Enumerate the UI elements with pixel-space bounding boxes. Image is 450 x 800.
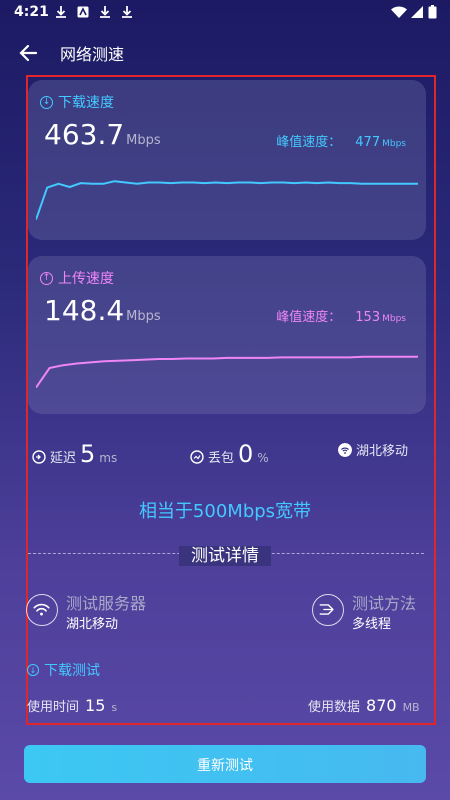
packet-loss-unit: % <box>257 451 269 465</box>
download-notification-icon <box>122 6 132 18</box>
upload-value-unit: Mbps <box>126 309 161 324</box>
upload-peak-unit: Mbps <box>382 314 406 324</box>
method-label: 测试方法 <box>352 594 417 613</box>
packet-loss-value: 0 <box>238 440 254 468</box>
packet-loss-icon <box>190 450 204 464</box>
page-title: 网络测速 <box>60 45 125 64</box>
server-wifi-icon <box>26 594 58 626</box>
upload-speed-header: ↑ 上传速度 <box>40 268 114 288</box>
download-peak-unit: Mbps <box>382 139 406 149</box>
status-time: 4:21 <box>14 4 49 20</box>
upload-speed-line <box>36 355 418 389</box>
upload-peak-label: 峰值速度： <box>276 310 342 325</box>
upload-speed-label: 上传速度 <box>58 271 114 287</box>
data-used: 使用数据 870 MB <box>308 696 420 715</box>
data-used-value: 870 <box>366 696 397 715</box>
upload-speed-chart <box>36 355 418 389</box>
time-used-value: 15 <box>85 696 106 715</box>
download-arrow-icon: ↓ <box>40 95 53 109</box>
status-bar: 4:21 <box>0 0 450 26</box>
bandwidth-equivalent: 相当于500Mbps宽带 <box>138 501 312 522</box>
carrier-stat: 湖北移动 <box>338 440 408 459</box>
download-speed-label: 下载速度 <box>58 95 114 111</box>
upload-speed-card: ↑ 上传速度 148.4 Mbps 峰值速度： 153 Mbps <box>28 256 426 414</box>
upload-peak-value: 153 <box>355 310 381 325</box>
details-title: 测试详情 <box>0 541 450 566</box>
latency-label: 延迟 <box>50 451 77 466</box>
download-test-icon: ↓ <box>27 664 39 676</box>
battery-icon <box>428 5 437 19</box>
download-test-title: 下载测试 <box>44 663 100 679</box>
download-value-unit: Mbps <box>126 133 161 148</box>
time-used-label: 使用时间 <box>27 700 80 715</box>
retest-button[interactable]: 重新测试 <box>24 745 426 783</box>
packet-loss-label: 丢包 <box>208 451 235 466</box>
download-peak-label: 峰值速度： <box>276 135 342 150</box>
latency-icon <box>32 450 46 464</box>
app-bar: 网络测速 <box>0 26 450 80</box>
app-notification-icon <box>77 6 89 18</box>
wifi-icon <box>391 6 407 18</box>
latency-value: 5 <box>80 440 96 468</box>
latency-stat: 延迟 5 ms <box>32 440 117 468</box>
download-speed-line <box>36 180 418 220</box>
server-label: 测试服务器 <box>66 594 147 613</box>
data-used-unit: MB <box>402 701 420 714</box>
download-notification-icon <box>56 6 66 18</box>
latency-unit: ms <box>99 451 118 465</box>
carrier-name: 湖北移动 <box>356 444 409 459</box>
multithread-icon <box>312 594 344 626</box>
download-speed-chart <box>36 180 418 220</box>
time-used: 使用时间 15 s <box>27 696 117 715</box>
download-peak-value: 477 <box>355 135 381 150</box>
server-value: 湖北移动 <box>66 617 119 632</box>
upload-speed-value: 148.4 Mbps <box>44 294 161 327</box>
upload-arrow-icon: ↑ <box>40 271 53 285</box>
wifi-carrier-icon <box>338 443 352 457</box>
time-used-unit: s <box>111 701 118 714</box>
download-speed-card: ↓ 下载速度 463.7 Mbps 峰值速度： 477 Mbps <box>28 80 426 240</box>
packet-loss-stat: 丢包 0 % <box>190 440 269 468</box>
download-value-number: 463.7 <box>44 118 125 151</box>
download-speed-value: 463.7 Mbps <box>44 118 161 151</box>
upload-value-number: 148.4 <box>44 294 125 327</box>
back-arrow-icon[interactable] <box>14 38 44 68</box>
download-speed-header: ↓ 下载速度 <box>40 92 114 112</box>
signal-icon <box>411 6 423 18</box>
upload-peak: 峰值速度： 153 Mbps <box>276 306 406 325</box>
download-notification-icon <box>100 6 110 18</box>
data-used-label: 使用数据 <box>308 700 361 715</box>
download-peak: 峰值速度： 477 Mbps <box>276 131 406 150</box>
method-value: 多线程 <box>352 617 392 632</box>
details-title-text: 测试详情 <box>179 546 271 566</box>
download-test-header: ↓ 下载测试 <box>27 660 100 680</box>
